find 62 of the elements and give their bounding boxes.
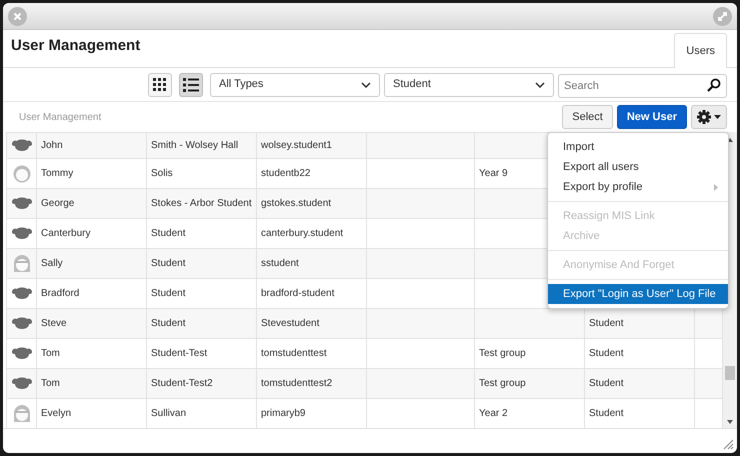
table-cell: primaryb9 xyxy=(261,408,306,419)
table-cell: Student xyxy=(589,318,624,329)
select-button[interactable]: Select xyxy=(562,105,613,129)
list-view-icon xyxy=(183,78,199,92)
table-cell: Student xyxy=(589,348,624,359)
table-cell: gstokes.student xyxy=(261,198,332,209)
new-user-button[interactable]: New User xyxy=(616,105,687,129)
table-cell: Sullivan xyxy=(151,408,186,419)
table-cell: Stevestudent xyxy=(261,318,320,329)
table-cell: bradford-student xyxy=(261,288,334,299)
table-cell: Student xyxy=(589,408,624,419)
table-cell: sstudent xyxy=(261,258,299,269)
grid-view-button[interactable] xyxy=(148,72,172,96)
table-cell: Student xyxy=(151,318,186,329)
grid-view-icon xyxy=(153,78,167,92)
table-cell: Student xyxy=(151,288,186,299)
caret-icon xyxy=(714,115,721,119)
table-cell: Year 9 xyxy=(479,168,508,179)
table-cell: Canterbury xyxy=(41,228,90,239)
table-cell: Tommy xyxy=(41,168,74,179)
table-cell: wolsey.student1 xyxy=(261,140,332,151)
table-cell: Sally xyxy=(41,258,63,269)
table-cell: Bradford xyxy=(41,288,80,299)
table-cell: Student xyxy=(151,228,186,239)
chevron-down-icon xyxy=(535,82,545,88)
table-cell: Steve xyxy=(41,318,67,329)
filter-dropdown[interactable]: All Types xyxy=(210,72,380,96)
settings-icon xyxy=(697,110,711,124)
table-cell: John xyxy=(41,140,63,151)
table-cell: tomstudenttest xyxy=(261,348,327,359)
search-icon[interactable] xyxy=(707,78,721,92)
resize-grip-icon[interactable] xyxy=(723,439,734,450)
table-cell: Student xyxy=(151,258,186,269)
scroll-thumb[interactable] xyxy=(725,366,735,380)
window-title: User Management xyxy=(11,36,140,56)
table-cell: studentb22 xyxy=(261,168,310,179)
list-view-button[interactable] xyxy=(179,72,203,96)
table-cell: Student-Test xyxy=(151,348,208,359)
table-cell: Student-Test2 xyxy=(151,378,213,389)
table-cell: Stokes - Arbor Student xyxy=(151,198,252,209)
table-cell: George xyxy=(41,198,74,209)
chevron-down-icon xyxy=(361,82,371,88)
table-cell: Test group xyxy=(479,348,526,359)
table-cell: Student xyxy=(589,378,624,389)
submenu-arrow-icon xyxy=(714,184,718,190)
table-cell: Tom xyxy=(41,378,60,389)
table-cell: Test group xyxy=(479,378,526,389)
table-cell: Solis xyxy=(151,168,173,179)
menu-item[interactable]: Export "Login as User" Log File xyxy=(548,284,728,304)
menu-item[interactable]: Import xyxy=(548,137,728,157)
table-cell: Evelyn xyxy=(41,408,72,419)
table-cell: Smith - Wolsey Hall xyxy=(151,140,238,151)
table-cell: Tom xyxy=(41,348,60,359)
menu-item[interactable]: Export by profile xyxy=(548,177,728,197)
tab[interactable]: Users xyxy=(674,32,727,68)
menu-item[interactable]: Export all users xyxy=(548,157,728,177)
settings-button[interactable] xyxy=(691,105,727,129)
filter-dropdown[interactable]: Student xyxy=(384,72,554,96)
table-cell: tomstudenttest2 xyxy=(261,378,332,389)
table-cell: Year 2 xyxy=(479,408,508,419)
search-field[interactable]: Search xyxy=(558,74,727,98)
table-cell: canterbury.student xyxy=(261,228,344,239)
